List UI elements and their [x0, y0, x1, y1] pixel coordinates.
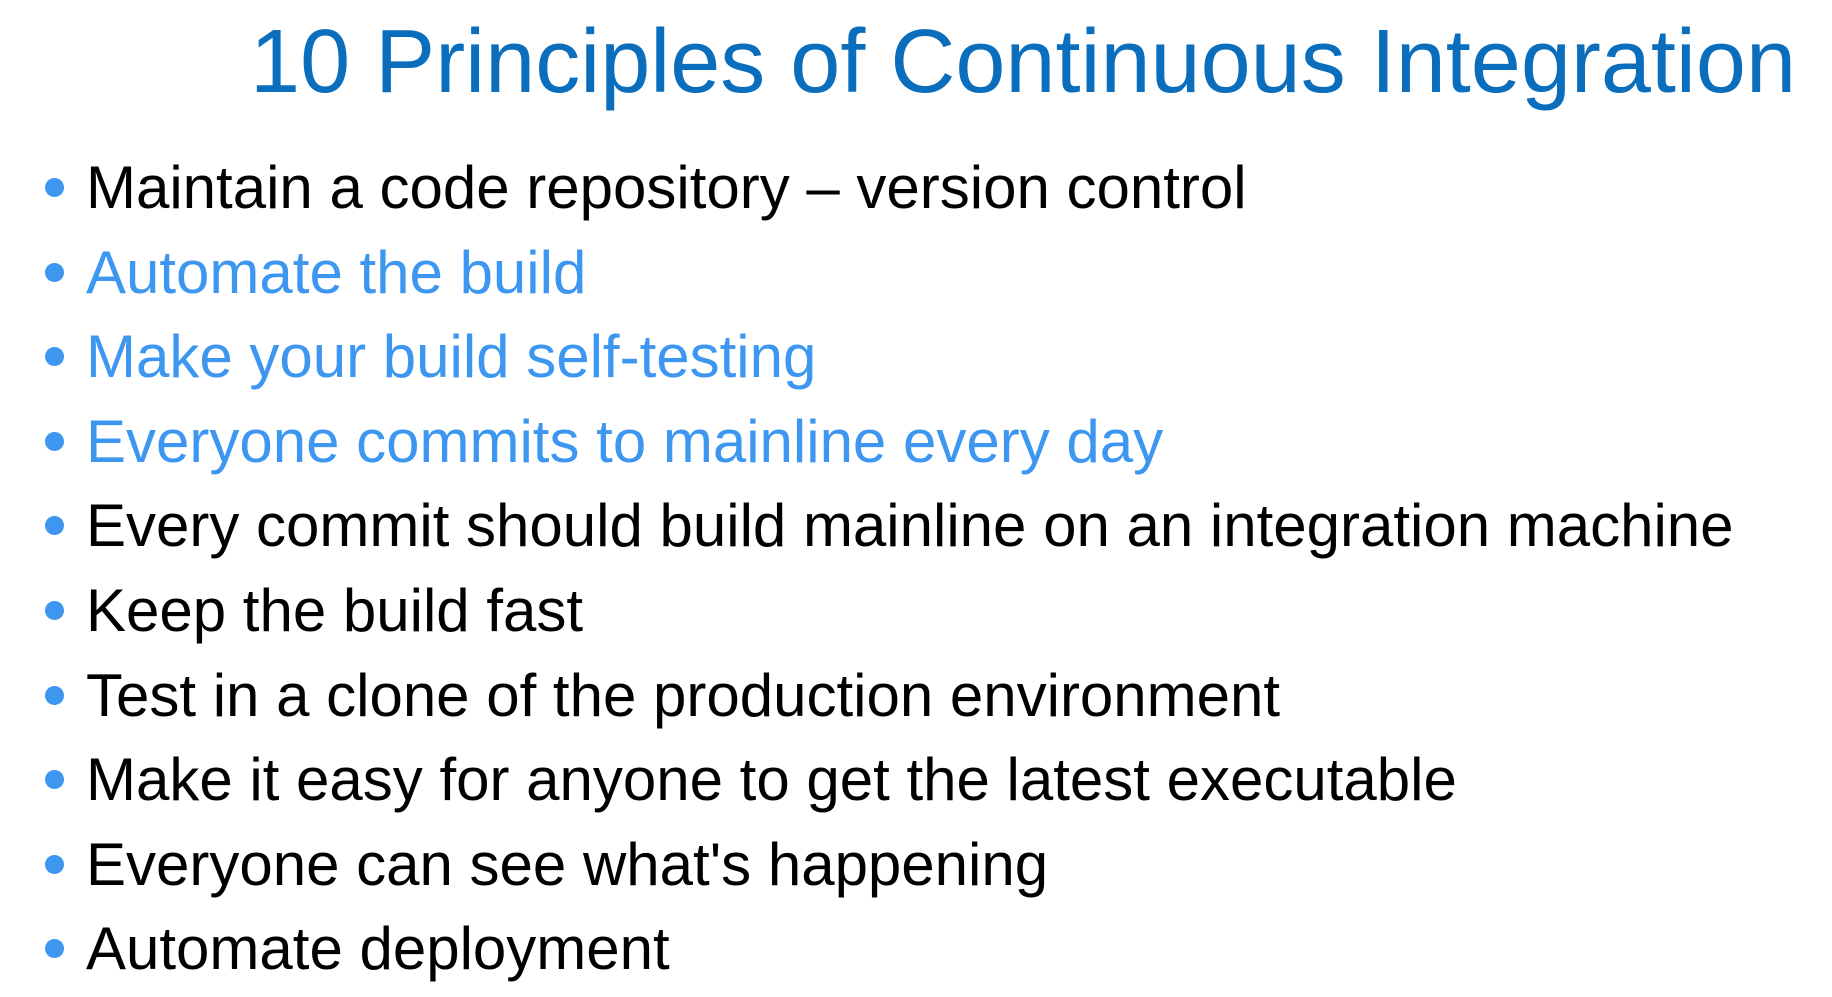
list-item-text: Everyone can see what's happening: [86, 830, 1049, 898]
list-item-text: Every commit should build mainline on an…: [86, 492, 1734, 560]
bullet-icon: [45, 262, 64, 282]
list-item-text: Test in a clone of the production enviro…: [86, 661, 1281, 729]
slide-title: 10 Principles of Continuous Integration: [250, 12, 1796, 112]
bullet-icon: [45, 854, 64, 874]
list-item: Automate deployment: [0, 907, 1832, 992]
list-item-text: Automate the build: [86, 238, 587, 306]
principles-list: Maintain a code repository – version con…: [0, 146, 1832, 992]
list-item-text: Keep the build fast: [86, 576, 584, 644]
bullet-icon: [45, 431, 64, 451]
slide: 10 Principles of Continuous Integration …: [0, 0, 1832, 997]
list-item: Make it easy for anyone to get the lates…: [0, 738, 1832, 823]
bullet-icon: [45, 347, 64, 367]
list-item: Test in a clone of the production enviro…: [0, 654, 1832, 739]
list-item: Maintain a code repository – version con…: [0, 146, 1832, 231]
list-item: Everyone can see what's happening: [0, 823, 1832, 908]
list-item: Keep the build fast: [0, 569, 1832, 654]
bullet-icon: [45, 770, 64, 790]
bullet-icon: [45, 685, 64, 705]
list-item-text: Everyone commits to mainline every day: [86, 407, 1164, 475]
list-item: Make your build self-testing: [0, 315, 1832, 400]
list-item-text: Maintain a code repository – version con…: [86, 154, 1247, 221]
list-item-text: Make your build self-testing: [86, 323, 817, 391]
bullet-icon: [45, 939, 64, 959]
list-item: Automate the build: [0, 231, 1832, 316]
bullet-icon: [45, 600, 64, 620]
list-item-text: Make it easy for anyone to get the lates…: [86, 746, 1457, 814]
list-item: Every commit should build mainline on an…: [0, 484, 1832, 569]
bullet-icon: [45, 516, 64, 536]
list-item: Everyone commits to mainline every day: [0, 400, 1832, 485]
bullet-icon: [45, 178, 64, 197]
list-item-text: Automate deployment: [86, 915, 670, 983]
